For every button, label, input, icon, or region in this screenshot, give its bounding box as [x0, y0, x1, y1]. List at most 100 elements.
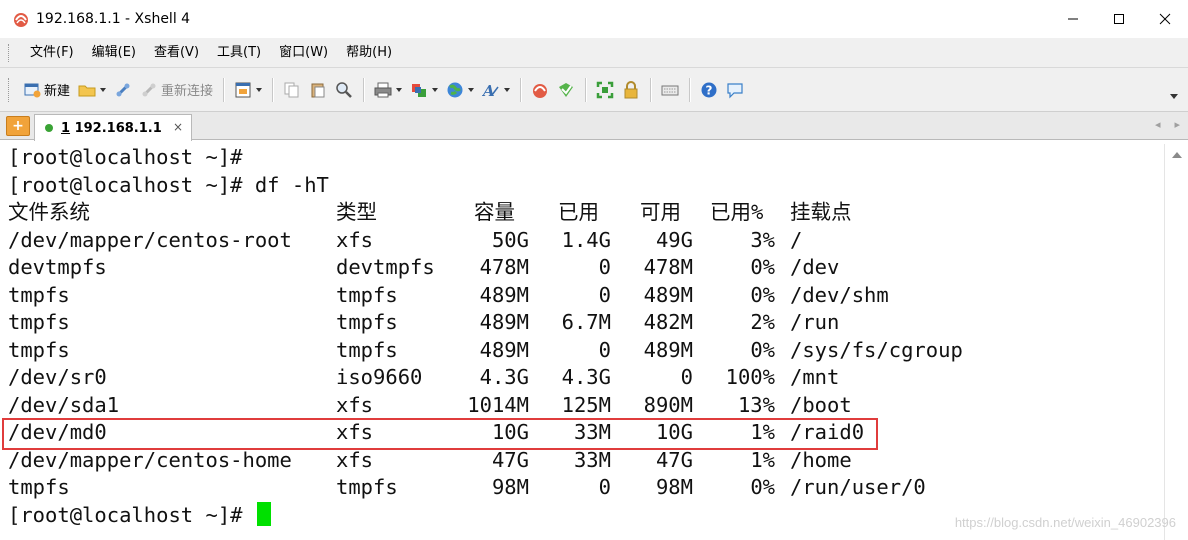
tab-next-icon[interactable]: ▸: [1174, 118, 1180, 131]
close-icon: [1159, 13, 1171, 25]
cell-mount: /sys/fs/cgroup: [790, 337, 963, 362]
new-session-button[interactable]: 新建: [19, 76, 74, 104]
cell-used: 0: [598, 475, 611, 499]
df-row: tmpfs tmpfs 489M 6.7M 482M 2% /run: [8, 309, 1158, 336]
menu-edit[interactable]: 编辑(E): [83, 42, 145, 64]
close-button[interactable]: [1142, 0, 1188, 38]
properties-button[interactable]: [230, 76, 266, 104]
cell-filesystem: /dev/sda1: [8, 392, 120, 417]
cell-use-percent: 3%: [750, 227, 775, 252]
title-bar: 192.168.1.1 - Xshell 4: [0, 0, 1188, 38]
cell-filesystem: /dev/mapper/centos-root: [8, 227, 292, 252]
cell-used: 0: [598, 255, 611, 279]
header-type: 类型: [336, 200, 377, 224]
reconnect-button[interactable]: 重新连接: [136, 76, 217, 104]
add-tab-button[interactable]: +: [6, 116, 30, 136]
keyboard-button[interactable]: [657, 76, 683, 104]
chat-button[interactable]: [722, 76, 748, 104]
copy-icon: [284, 82, 299, 97]
cell-size: 489M: [479, 310, 529, 334]
terminal-output[interactable]: [root@localhost ~]# [root@localhost ~]# …: [0, 144, 1164, 540]
cell-avail: 478M: [643, 255, 693, 279]
paste-button[interactable]: [305, 76, 331, 104]
watermark: https://blog.csdn.net/weixin_46902396: [954, 515, 1176, 530]
xftp-icon: [559, 82, 574, 97]
connect-icon: [116, 83, 130, 96]
menu-window[interactable]: 窗口(W): [270, 42, 337, 64]
cell-mount: /dev: [790, 255, 840, 279]
fullscreen-button[interactable]: [592, 76, 618, 104]
cell-avail: 890M: [643, 392, 693, 417]
find-button[interactable]: [331, 76, 357, 104]
terminal-command-line: [root@localhost ~]# df -hT: [8, 172, 329, 197]
session-tab[interactable]: 1 192.168.1.1 ×: [34, 114, 192, 141]
font-icon: A: [482, 82, 499, 99]
df-row: tmpfs tmpfs 489M 0 489M 0% /sys/fs/cgroup: [8, 337, 1158, 364]
cell-size: 50G: [491, 227, 529, 252]
df-row: /dev/mapper/centos-root xfs 50G 1.4G 49G 3% /: [8, 227, 1158, 254]
toolbar-overflow-icon[interactable]: [1170, 94, 1178, 99]
cell-avail: 489M: [643, 282, 693, 307]
cell-mount: /mnt: [790, 365, 840, 389]
open-dropdown-icon: [100, 87, 107, 92]
print-button[interactable]: [370, 76, 406, 104]
scroll-up-icon[interactable]: [1172, 152, 1182, 158]
copy-button[interactable]: [279, 76, 305, 104]
lock-button[interactable]: [618, 76, 644, 104]
transfer-dropdown-icon: [432, 87, 439, 92]
font-button[interactable]: A: [478, 76, 514, 104]
connect-button[interactable]: [110, 76, 136, 104]
menu-view[interactable]: 查看(V): [145, 42, 208, 64]
minimize-button[interactable]: [1050, 0, 1096, 38]
cell-use-percent: 100%: [725, 365, 775, 389]
cell-type: xfs: [336, 392, 374, 417]
minimize-icon: [1068, 18, 1078, 20]
df-header-row: 文件系统 类型 容量 已用 可用 已用% 挂载点: [8, 199, 852, 226]
help-button[interactable]: ?: [696, 76, 722, 104]
cell-type: tmpfs: [336, 282, 398, 307]
menu-bar: 文件(F) 编辑(E) 查看(V) 工具(T) 窗口(W) 帮助(H): [0, 38, 1188, 68]
cell-use-percent: 0%: [750, 475, 775, 499]
menu-tools[interactable]: 工具(T): [208, 42, 270, 64]
cell-type: iso9660: [336, 365, 423, 389]
tab-prev-icon[interactable]: ◂: [1155, 118, 1161, 131]
cell-mount: /home: [790, 447, 852, 472]
toolbar-separator: [585, 77, 587, 102]
connected-status-icon: [45, 124, 53, 132]
font-dropdown-icon: [504, 87, 511, 92]
transfer-button[interactable]: [406, 76, 442, 104]
df-row: /dev/sr0 iso9660 4.3G 4.3G 0 100% /mnt: [8, 364, 1158, 391]
xshell-button[interactable]: [527, 76, 553, 104]
menu-file[interactable]: 文件(F): [21, 42, 83, 64]
maximize-button[interactable]: [1096, 0, 1142, 38]
menu-help[interactable]: 帮助(H): [337, 42, 401, 64]
cell-used: 6.7M: [561, 310, 611, 334]
cell-use-percent: 0%: [750, 337, 775, 362]
df-row: tmpfs tmpfs 489M 0 489M 0% /dev/shm: [8, 282, 1158, 309]
xshell-logo-icon: [14, 13, 28, 27]
terminal-scrollbar[interactable]: [1164, 144, 1188, 540]
tab-close-icon[interactable]: ×: [173, 120, 183, 134]
open-button[interactable]: [74, 76, 110, 104]
cell-use-percent: 0%: [750, 255, 775, 279]
reconnect-icon: [142, 83, 156, 96]
cell-filesystem: tmpfs: [8, 475, 70, 499]
tab-label: 1 192.168.1.1: [61, 120, 162, 136]
globe-button[interactable]: [442, 76, 478, 104]
plus-icon: +: [12, 118, 24, 134]
globe-icon: [447, 82, 463, 97]
toolbar-separator: [363, 77, 365, 102]
search-icon: [336, 81, 352, 98]
window-controls: [1050, 0, 1188, 38]
tab-navigation: ◂ ▸: [1155, 118, 1180, 131]
paste-icon: [311, 83, 325, 97]
cell-avail: 482M: [643, 310, 693, 334]
folder-icon: [78, 85, 96, 96]
xftp-button[interactable]: [553, 76, 579, 104]
toolbar-separator: [223, 77, 225, 102]
cell-size: 4.3G: [479, 365, 529, 389]
cell-filesystem: tmpfs: [8, 310, 70, 334]
maximize-icon: [1114, 14, 1124, 24]
header-filesystem: 文件系统: [8, 200, 90, 224]
keyboard-icon: [661, 85, 679, 95]
